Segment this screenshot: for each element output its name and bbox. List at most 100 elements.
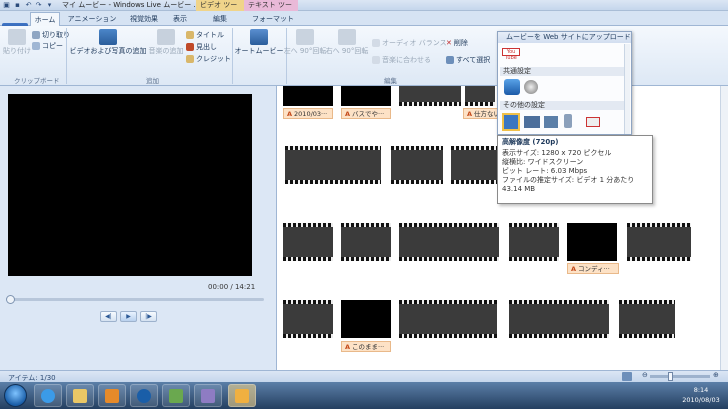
rotate-right-button[interactable]: 右へ 90°回転 bbox=[326, 29, 368, 56]
seek-thumb[interactable] bbox=[6, 295, 15, 304]
storyboard-clip[interactable] bbox=[283, 223, 333, 261]
taskbar-hp[interactable] bbox=[130, 384, 158, 407]
add-music-button[interactable]: 音楽の追加 bbox=[148, 29, 184, 56]
add-video-photo-button[interactable]: ビデオおよび写真の追加 bbox=[70, 29, 147, 56]
tooltip: 高解像度 (720p) 表示サイズ: 1280 x 720 ピクセル 縦横比: … bbox=[497, 135, 653, 204]
storyboard-clip[interactable] bbox=[391, 146, 443, 184]
storyboard-scrollbar[interactable] bbox=[720, 86, 728, 370]
storyboard-clip[interactable] bbox=[341, 223, 391, 261]
credit-button[interactable]: クレジット bbox=[186, 54, 231, 64]
clip-caption[interactable]: A仕方ない··· bbox=[463, 108, 501, 119]
delete-button[interactable]: ✕ 削除 bbox=[446, 38, 468, 48]
storyboard-clip[interactable] bbox=[567, 223, 617, 261]
taskbar-moviemaker[interactable] bbox=[228, 384, 256, 407]
delete-icon: ✕ bbox=[446, 39, 452, 47]
zoom-in-icon[interactable]: ⊕ bbox=[713, 371, 719, 379]
separator bbox=[286, 28, 287, 84]
storyboard-clip[interactable] bbox=[465, 86, 495, 106]
rotate-right-icon bbox=[338, 29, 356, 45]
storyboard-clip[interactable] bbox=[283, 86, 333, 106]
storyboard-clip[interactable] bbox=[451, 146, 499, 184]
zoom-slider[interactable] bbox=[650, 372, 710, 381]
title-bar: ▣ ▪ ↶ ↷ ▾ マイ ムービー - Windows Live ムービー ..… bbox=[0, 0, 728, 20]
automovie-button[interactable]: オートムービー bbox=[235, 29, 284, 56]
monitor-setting-icon[interactable] bbox=[524, 116, 540, 128]
seek-bar[interactable] bbox=[6, 295, 264, 304]
tab-animation[interactable]: アニメーション bbox=[66, 12, 118, 26]
rotate-left-icon bbox=[296, 29, 314, 45]
paste-icon bbox=[8, 29, 26, 45]
scissors-icon bbox=[32, 31, 40, 39]
storyboard-clip[interactable] bbox=[399, 223, 499, 261]
copy-button[interactable]: コピー bbox=[32, 41, 63, 51]
group-label-edit: 編集 bbox=[384, 77, 397, 85]
video-preview[interactable] bbox=[8, 94, 252, 276]
storyboard-clip[interactable] bbox=[399, 86, 461, 106]
storyboard-clip[interactable] bbox=[627, 223, 691, 261]
tab-visual-effects[interactable]: 視覚効果 bbox=[124, 12, 164, 26]
computer-setting-icon[interactable] bbox=[544, 116, 558, 128]
cut-button[interactable]: 切り取り bbox=[32, 30, 70, 40]
clip-caption[interactable]: A コンディ··· bbox=[567, 263, 619, 274]
title-icon bbox=[186, 31, 194, 39]
widescreen-setting-icon[interactable] bbox=[502, 113, 520, 131]
tooltip-line: 縦横比: ワイドスクリーン bbox=[502, 158, 584, 166]
taskbar-ie[interactable] bbox=[34, 384, 62, 407]
dvd-setting-icon[interactable] bbox=[524, 80, 538, 94]
clip-caption[interactable]: A このまま··· bbox=[341, 341, 391, 352]
hd-setting-icon[interactable] bbox=[504, 79, 520, 95]
dropdown-icon[interactable]: ▾ bbox=[45, 1, 54, 10]
paste-button[interactable]: 貼り付け bbox=[3, 29, 31, 56]
next-frame-button[interactable]: |▶ bbox=[140, 311, 157, 322]
storyboard-clip[interactable] bbox=[341, 300, 391, 338]
upload-popup-header: ムービーを Web サイトにアップロード bbox=[498, 32, 631, 43]
phone-setting-icon[interactable] bbox=[564, 114, 572, 128]
hp-icon bbox=[137, 389, 151, 403]
select-all-button[interactable]: すべて選択 bbox=[446, 55, 490, 65]
separator bbox=[232, 28, 233, 84]
taskbar-explorer[interactable] bbox=[66, 384, 94, 407]
tooltip-line: 43.14 MB bbox=[502, 185, 536, 193]
fit-to-music-button[interactable]: 音楽に合わせる bbox=[372, 55, 431, 65]
zoom-slider-thumb[interactable] bbox=[668, 372, 673, 381]
moviemaker-icon bbox=[235, 389, 249, 403]
tab-format[interactable]: フォーマット bbox=[250, 12, 296, 26]
caption-button[interactable]: 見出し bbox=[186, 42, 217, 52]
clip-caption[interactable]: A 2010/03··· bbox=[283, 108, 333, 119]
rotate-left-button[interactable]: 左へ 90°回転 bbox=[284, 29, 326, 56]
app-menu-icon[interactable]: ▣ bbox=[2, 1, 11, 10]
taskbar-media[interactable] bbox=[98, 384, 126, 407]
storyboard-clip[interactable] bbox=[509, 223, 559, 261]
undo-icon[interactable]: ↶ bbox=[24, 1, 33, 10]
storyboard-clip[interactable] bbox=[619, 300, 675, 338]
common-settings-label: 共通設定 bbox=[500, 67, 624, 76]
storyboard-clip[interactable] bbox=[399, 300, 497, 338]
media-icon bbox=[105, 389, 119, 403]
tab-edit[interactable]: 編集 bbox=[208, 12, 232, 26]
youtube-icon[interactable]: You Tube bbox=[502, 48, 520, 61]
email-setting-icon[interactable] bbox=[586, 117, 600, 127]
storyboard-view-icon[interactable] bbox=[622, 372, 632, 381]
storyboard-clip[interactable] bbox=[285, 146, 381, 184]
title-button[interactable]: タイトル bbox=[186, 30, 224, 40]
taskbar-app[interactable] bbox=[162, 384, 190, 407]
save-icon[interactable]: ▪ bbox=[13, 1, 22, 10]
previous-frame-button[interactable]: ◀| bbox=[100, 311, 117, 322]
start-button[interactable] bbox=[4, 384, 27, 407]
tab-view[interactable]: 表示 bbox=[168, 12, 192, 26]
zoom-out-icon[interactable]: ⊖ bbox=[642, 371, 648, 379]
redo-icon[interactable]: ↷ bbox=[34, 1, 43, 10]
play-button[interactable]: ▶ bbox=[120, 311, 137, 322]
clip-caption[interactable]: A バスでや··· bbox=[341, 108, 391, 119]
audio-balance-button[interactable]: オーディオ バランス bbox=[372, 38, 447, 48]
storyboard-clip[interactable] bbox=[341, 86, 391, 106]
tab-home[interactable]: ホーム bbox=[30, 12, 60, 26]
clock[interactable]: 8:14 2010/08/03 bbox=[676, 385, 726, 405]
storyboard-clip[interactable] bbox=[283, 300, 333, 338]
popup-scrollbar[interactable] bbox=[624, 44, 630, 134]
film-photo-icon bbox=[99, 29, 117, 45]
taskbar-app[interactable] bbox=[194, 384, 222, 407]
storyboard-clip[interactable] bbox=[509, 300, 609, 338]
credit-icon bbox=[186, 55, 194, 63]
status-bar: アイテム: 1/30 ⊖ ⊕ bbox=[0, 370, 728, 382]
